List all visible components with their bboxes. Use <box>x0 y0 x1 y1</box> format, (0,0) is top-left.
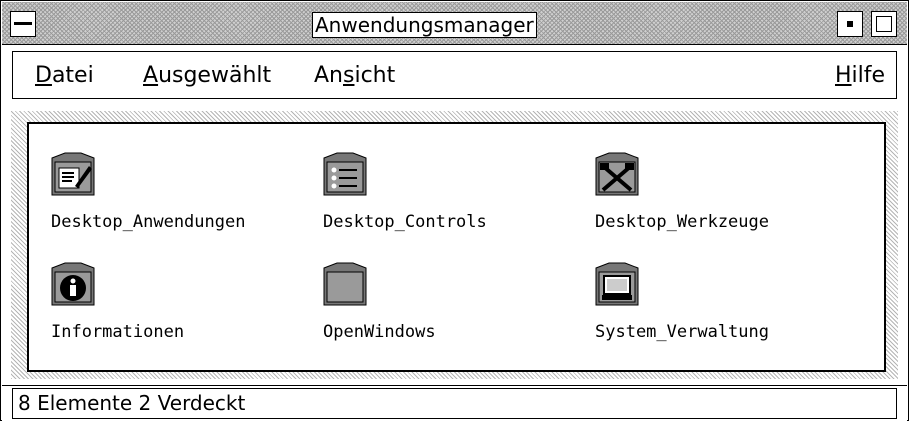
folder-info-icon <box>51 262 95 306</box>
title-bar[interactable]: Anwendungsmanager <box>2 2 907 45</box>
window-menu-icon <box>14 22 32 25</box>
menu-ansicht[interactable]: Ansicht <box>314 63 395 89</box>
minimize-icon <box>847 21 853 27</box>
application-manager-window: Anwendungsmanager Datei Ausgewählt Ansic… <box>0 0 909 421</box>
menu-bar: Datei Ausgewählt Ansicht Hilfe <box>2 45 907 105</box>
icon-desktop-anwendungen[interactable]: Desktop_Anwendungen <box>51 152 311 252</box>
folder-edit-icon <box>51 152 95 196</box>
minimize-button[interactable] <box>837 11 863 37</box>
folder-computer-icon <box>595 262 639 306</box>
icon-openwindows[interactable]: OpenWindows <box>323 262 583 362</box>
folder-controls-icon <box>323 152 367 196</box>
maximize-icon <box>876 16 892 32</box>
icon-desktop-controls[interactable]: Desktop_Controls <box>323 152 583 252</box>
icon-informationen[interactable]: Informationen <box>51 262 311 362</box>
icon-system-verwaltung[interactable]: System_Verwaltung <box>595 262 855 362</box>
window-title: Anwendungsmanager <box>312 12 537 38</box>
menu-datei[interactable]: Datei <box>35 63 94 89</box>
window-menu-button[interactable] <box>10 11 36 37</box>
folder-icon <box>323 262 367 306</box>
status-text: 8 Elemente 2 Verdeckt <box>18 391 246 415</box>
status-bar: 8 Elemente 2 Verdeckt <box>2 385 907 421</box>
menu-hilfe[interactable]: Hilfe <box>835 63 885 89</box>
content-pane: Desktop_Anwendungen Desktop_Controls Des… <box>27 122 886 372</box>
icon-desktop-werkzeuge[interactable]: Desktop_Werkzeuge <box>595 152 855 252</box>
folder-tools-icon <box>595 152 639 196</box>
menu-ausgewaehlt[interactable]: Ausgewählt <box>143 63 271 89</box>
maximize-button[interactable] <box>871 11 897 37</box>
